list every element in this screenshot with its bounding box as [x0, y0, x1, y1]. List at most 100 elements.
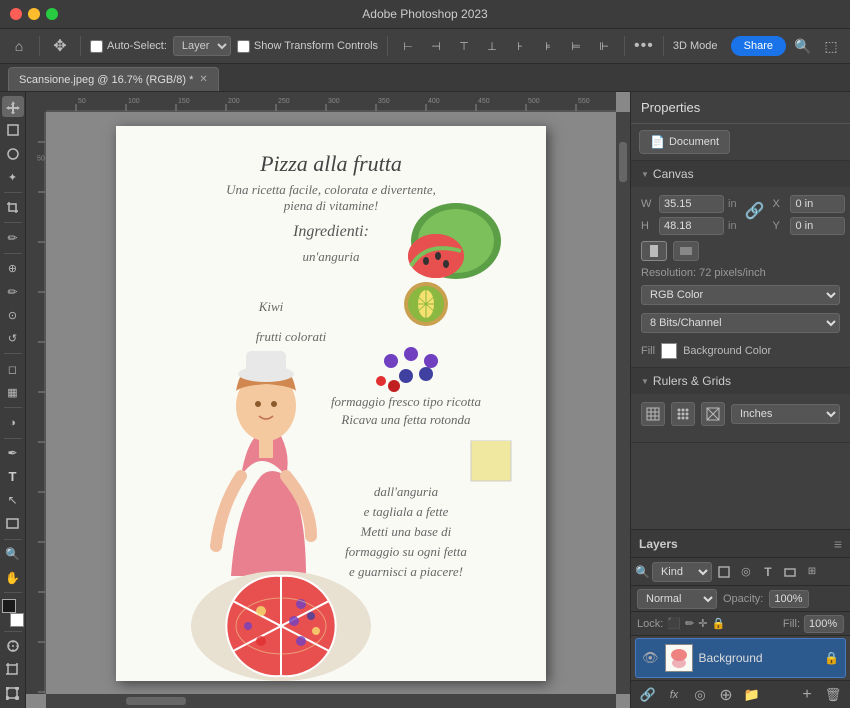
layer-shape-icon[interactable]	[780, 562, 800, 582]
align-left-icon[interactable]: ⊢	[397, 35, 419, 57]
layer-smart-icon[interactable]: ⊞	[802, 562, 822, 582]
tool-artboard[interactable]	[2, 659, 24, 680]
link-proportions-icon[interactable]: 🔗	[745, 201, 765, 221]
layer-mask-icon[interactable]: ◎	[689, 684, 711, 706]
tool-shape[interactable]	[2, 513, 24, 534]
main-area: ✦ ✏ ⊕ ✏ ⊙ ↺ ◻ ▦ ◑ ✒ T ↖ 🔍 ✋	[0, 92, 850, 708]
x-input[interactable]	[790, 195, 845, 213]
three-d-label: 3D Mode	[673, 40, 718, 52]
tool-pen[interactable]: ✒	[2, 443, 24, 464]
y-input[interactable]	[790, 217, 845, 235]
tool-zoom[interactable]: 🔍	[2, 543, 24, 564]
tool-crop[interactable]	[2, 197, 24, 218]
layers-kind-select[interactable]: Kind	[652, 562, 712, 582]
layer-select[interactable]: Layer	[173, 36, 231, 56]
layer-background-row[interactable]: 👁 Background 🔒	[635, 638, 846, 678]
toolbar: ⌂ ✥ Auto-Select: Layer Show Transform Co…	[0, 28, 850, 64]
document-button[interactable]: 📄 Document	[639, 130, 730, 154]
tool-move[interactable]	[2, 96, 24, 117]
rulers-grids-label: Rulers & Grids	[653, 374, 731, 388]
maximize-button[interactable]	[46, 8, 58, 20]
foreground-color[interactable]	[2, 599, 16, 613]
layer-link-icon[interactable]: 🔗	[637, 684, 659, 706]
layer-visibility-icon[interactable]: 👁	[642, 650, 659, 666]
align-center-v-icon[interactable]: ⊦	[509, 35, 531, 57]
canvas-area[interactable]: 50 100 150 200 250 300 350 400 4	[26, 92, 630, 708]
width-input[interactable]	[659, 195, 724, 213]
layer-text-icon[interactable]: T	[758, 562, 778, 582]
layers-menu-icon[interactable]: ≡	[834, 536, 842, 552]
landscape-orient-button[interactable]	[673, 241, 699, 261]
close-button[interactable]	[10, 8, 22, 20]
auto-select-checkbox[interactable]: Auto-Select:	[90, 40, 167, 53]
tab-close-icon[interactable]: ✕	[199, 74, 207, 85]
tool-dodge[interactable]: ◑	[2, 412, 24, 433]
fill-color-swatch[interactable]	[661, 343, 677, 359]
height-input[interactable]	[659, 217, 724, 235]
tool-magic-wand[interactable]: ✦	[2, 166, 24, 187]
scrollbar-vertical[interactable]	[616, 112, 630, 694]
tool-mask[interactable]	[2, 636, 24, 657]
tool-history-brush[interactable]: ↺	[2, 328, 24, 349]
tool-clone[interactable]: ⊙	[2, 305, 24, 326]
align-center-h-icon[interactable]: ⊣	[425, 35, 447, 57]
layer-add-icon[interactable]: +	[796, 684, 818, 706]
more-options-icon[interactable]: •••	[634, 37, 654, 55]
scrollbar-h-thumb[interactable]	[126, 697, 186, 705]
tool-hand[interactable]: ✋	[2, 567, 24, 588]
tool-eraser[interactable]: ◻	[2, 358, 24, 379]
portrait-orient-button[interactable]	[641, 241, 667, 261]
tool-selection[interactable]	[2, 119, 24, 140]
layer-group-icon[interactable]: 📁	[741, 684, 763, 706]
transform-controls-checkbox[interactable]: Show Transform Controls	[237, 40, 378, 53]
document-tab[interactable]: Scansione.jpeg @ 16.7% (RGB/8) * ✕	[8, 67, 219, 91]
fg-bg-colors[interactable]	[0, 599, 26, 626]
lock-artboard-icon[interactable]: ✛	[698, 617, 707, 630]
search-icon[interactable]: 🔍	[792, 35, 814, 57]
share-button[interactable]: Share	[731, 36, 786, 56]
move-icon[interactable]: ✥	[49, 35, 71, 57]
fill-opacity-input[interactable]	[804, 615, 844, 633]
svg-text:e guarnisci a piacere!: e guarnisci a piacere!	[349, 564, 463, 579]
tool-heal[interactable]: ⊕	[2, 258, 24, 279]
tool-path-select[interactable]: ↖	[2, 490, 24, 511]
rulers-grids-header[interactable]: ▼ Rulers & Grids	[631, 368, 850, 394]
canvas-content[interactable]: Pizza alla frutta Una ricetta facile, co…	[46, 112, 616, 694]
tool-brush[interactable]: ✏	[2, 281, 24, 302]
tool-lasso[interactable]	[2, 143, 24, 164]
lock-all-icon[interactable]: 🔒	[711, 617, 725, 630]
tool-type[interactable]: T	[2, 466, 24, 487]
align-bottom-icon[interactable]: ⊧	[537, 35, 559, 57]
background-color[interactable]	[10, 613, 24, 627]
canvas-section-header[interactable]: ▼ Canvas	[631, 161, 850, 187]
tool-gradient[interactable]: ▦	[2, 382, 24, 403]
minimize-button[interactable]	[28, 8, 40, 20]
blend-mode-select[interactable]: Normal	[637, 589, 717, 609]
right-panel-scroll[interactable]: Properties 📄 Document ▼ Canvas	[631, 92, 850, 529]
distribute-v-icon[interactable]: ⊩	[593, 35, 615, 57]
tool-eyedropper[interactable]: ✏	[2, 227, 24, 248]
workspace-icon[interactable]: ⬚	[820, 35, 842, 57]
layer-fx-icon[interactable]: fx	[663, 684, 685, 706]
distribute-h-icon[interactable]: ⊨	[565, 35, 587, 57]
rulers-unit-select[interactable]: Inches Pixels Centimeters	[731, 404, 840, 424]
layer-adjust-add-icon[interactable]: ⊕	[715, 684, 737, 706]
y-row: Y	[772, 217, 845, 235]
grid-lines-icon[interactable]	[641, 402, 665, 426]
mode-select[interactable]: RGB Color	[641, 285, 840, 305]
opacity-input[interactable]	[769, 590, 809, 608]
align-right-icon[interactable]: ⊤	[453, 35, 475, 57]
tool-transform[interactable]	[2, 683, 24, 704]
align-top-icon[interactable]: ⊥	[481, 35, 503, 57]
layer-adjust-icon[interactable]: ◎	[736, 562, 756, 582]
grid-triangle-icon[interactable]	[701, 402, 725, 426]
home-icon[interactable]: ⌂	[8, 35, 30, 57]
lock-pixels-icon[interactable]: ⬛	[667, 617, 681, 630]
scrollbar-v-thumb[interactable]	[619, 142, 627, 182]
layer-pixel-icon[interactable]	[714, 562, 734, 582]
layer-delete-icon[interactable]: 🗑	[822, 684, 844, 706]
grid-dots-icon[interactable]	[671, 402, 695, 426]
lock-position-icon[interactable]: ✏	[685, 617, 694, 630]
bits-select[interactable]: 8 Bits/Channel	[641, 313, 840, 333]
scrollbar-horizontal[interactable]	[46, 694, 616, 708]
